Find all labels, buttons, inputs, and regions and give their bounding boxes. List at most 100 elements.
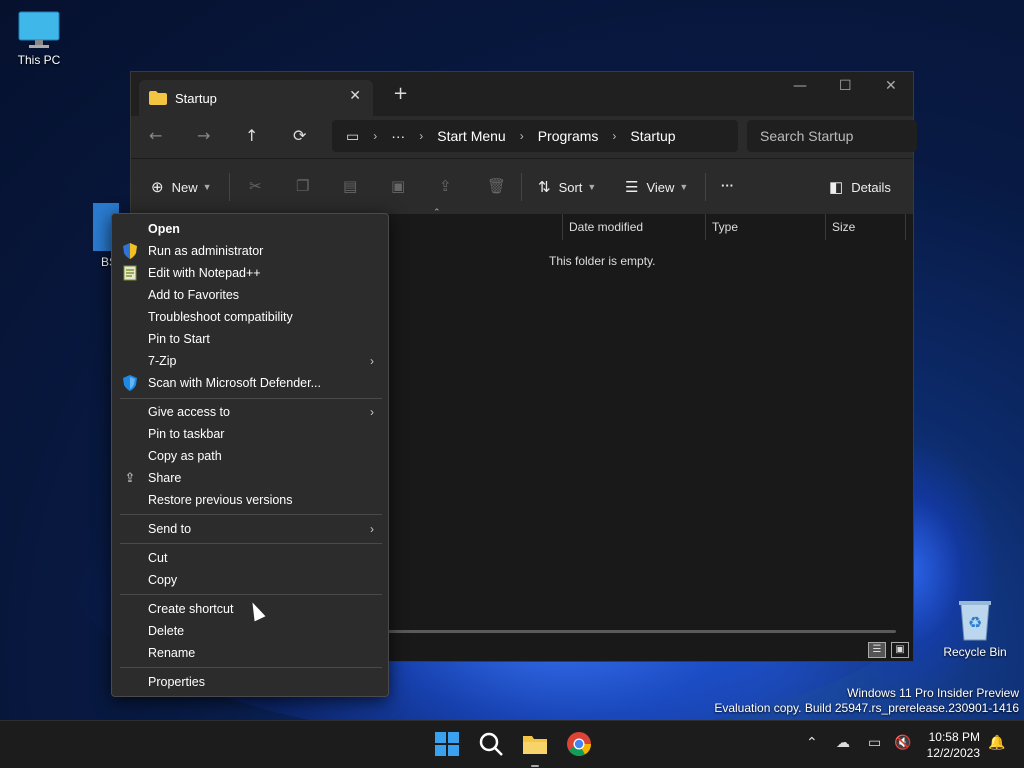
close-window-icon[interactable]: ✕ — [885, 78, 897, 94]
tiles-view-icon[interactable]: ▣ — [891, 642, 909, 658]
desktop-icon-label: Recycle Bin — [943, 645, 1007, 659]
windows-start-icon[interactable] — [434, 731, 460, 757]
horizontal-scrollbar[interactable] — [386, 630, 896, 633]
menu-item-delete[interactable]: Delete — [112, 620, 388, 642]
menu-item-label: Rename — [148, 646, 196, 660]
delete-icon[interactable]: 🗑 — [487, 177, 506, 195]
tab-label: Startup — [175, 90, 217, 106]
share-icon[interactable]: ⇪ — [439, 177, 452, 195]
chevron-down-icon: ▼ — [202, 182, 212, 192]
chevron-right-icon: › — [419, 129, 424, 143]
menu-item-open[interactable]: Open — [112, 218, 388, 240]
menu-item-edit-with-notepadpp[interactable]: Edit with Notepad++ — [112, 262, 388, 284]
details-button[interactable]: ◧ Details — [829, 178, 891, 196]
breadcrumb-start-menu[interactable]: Start Menu — [437, 128, 505, 144]
search-input[interactable]: Search Startup — [747, 120, 917, 152]
cut-icon[interactable]: ✂ — [249, 177, 262, 195]
menu-item-share[interactable]: ⇪ Share — [112, 467, 388, 489]
menu-item-label: Copy — [148, 573, 178, 587]
view-button[interactable]: ☰ View ▼ — [625, 178, 688, 196]
menu-item-7zip[interactable]: 7-Zip › — [112, 350, 388, 372]
taskbar: ⌃ ☁ ▭ 🔇 10:58 PM 12/2/2023 🔔 — [0, 720, 1024, 768]
divider — [229, 173, 230, 201]
notification-bell-icon[interactable]: 🔔 — [988, 735, 1005, 751]
tab-startup[interactable]: Startup ✕ — [139, 80, 373, 116]
command-bar: ⊕ New ▼ ✂ ❐ ▤ ▣ ⇪ 🗑 ⇅ Sort ▼ ☰ View ▼ ··… — [131, 158, 913, 214]
sort-button[interactable]: ⇅ Sort ▼ — [538, 178, 596, 196]
column-type[interactable]: Type — [706, 214, 826, 240]
desktop-icon-this-pc[interactable]: This PC — [1, 10, 77, 67]
network-icon[interactable]: ▭ — [868, 735, 881, 751]
menu-item-rename[interactable]: Rename — [112, 642, 388, 664]
view-label: View — [646, 179, 675, 195]
breadcrumb-more[interactable]: ··· — [391, 128, 405, 144]
menu-item-label: Troubleshoot compatibility — [148, 310, 293, 324]
new-button[interactable]: ⊕ New ▼ — [151, 178, 212, 196]
paste-icon[interactable]: ▤ — [343, 177, 357, 195]
back-arrow-icon[interactable]: ← — [149, 126, 162, 145]
menu-item-label: Scan with Microsoft Defender... — [148, 376, 321, 390]
desktop-icon-label: This PC — [17, 53, 61, 67]
menu-item-label: Send to — [148, 522, 192, 536]
uac-shield-icon — [122, 243, 138, 259]
up-arrow-icon[interactable]: ↑ — [245, 126, 258, 145]
rename-icon[interactable]: ▣ — [391, 177, 405, 195]
menu-item-pin-to-taskbar[interactable]: Pin to taskbar — [112, 423, 388, 445]
close-tab-icon[interactable]: ✕ — [349, 88, 361, 104]
menu-item-properties[interactable]: Properties — [112, 671, 388, 693]
menu-item-label: Give access to — [148, 405, 230, 419]
watermark-line-2: Evaluation copy. Build 25947.rs_prerelea… — [714, 701, 1019, 715]
view-icon: ☰ — [625, 179, 639, 196]
refresh-icon[interactable]: ⟳ — [293, 126, 306, 145]
clock-date: 12/2/2023 — [926, 746, 980, 760]
menu-item-label: Pin to Start — [148, 332, 210, 346]
menu-item-scan-with-defender[interactable]: Scan with Microsoft Defender... — [112, 372, 388, 394]
menu-item-give-access-to[interactable]: Give access to › — [112, 401, 388, 423]
menu-item-run-as-administrator[interactable]: Run as administrator — [112, 240, 388, 262]
svg-text:♻: ♻ — [968, 613, 982, 632]
column-size[interactable]: Size — [826, 214, 906, 240]
sort-icon: ⇅ — [538, 179, 551, 196]
volume-muted-icon[interactable]: 🔇 — [894, 735, 911, 751]
details-view-icon[interactable]: ☰ — [868, 642, 886, 658]
empty-folder-message: This folder is empty. — [549, 254, 656, 268]
maximize-icon[interactable]: ☐ — [839, 78, 852, 94]
notepadpp-icon — [122, 265, 138, 281]
copy-icon[interactable]: ❐ — [296, 177, 309, 195]
minimize-icon[interactable]: — — [793, 78, 807, 94]
menu-item-troubleshoot-compatibility[interactable]: Troubleshoot compatibility — [112, 306, 388, 328]
menu-item-restore-previous-versions[interactable]: Restore previous versions — [112, 489, 388, 511]
recycle-bin-icon: ♻ — [959, 601, 991, 641]
menu-item-label: Create shortcut — [148, 602, 234, 616]
menu-item-pin-to-start[interactable]: Pin to Start — [112, 328, 388, 350]
menu-separator — [120, 398, 382, 399]
address-bar[interactable]: ▭ › ··· › Start Menu › Programs › Startu… — [332, 120, 738, 152]
chevron-right-icon: › — [370, 354, 374, 368]
menu-item-copy-as-path[interactable]: Copy as path — [112, 445, 388, 467]
breadcrumb-startup[interactable]: Startup — [630, 128, 675, 144]
breadcrumb-programs[interactable]: Programs — [538, 128, 599, 144]
forward-arrow-icon[interactable]: → — [197, 126, 210, 145]
menu-item-label: Share — [148, 471, 182, 485]
menu-item-add-to-favorites[interactable]: Add to Favorites — [112, 284, 388, 306]
menu-item-copy[interactable]: Copy — [112, 569, 388, 591]
menu-separator — [120, 543, 382, 544]
menu-item-cut[interactable]: Cut — [112, 547, 388, 569]
file-explorer-icon[interactable] — [522, 731, 548, 757]
desktop-icon-recycle-bin[interactable]: ♻ Recycle Bin — [937, 598, 1013, 659]
more-options-button[interactable]: ··· — [721, 178, 734, 193]
menu-item-label: Edit with Notepad++ — [148, 266, 261, 280]
onedrive-icon[interactable]: ☁ — [836, 735, 850, 751]
menu-item-label: Copy as path — [148, 449, 222, 463]
clock-time: 10:58 PM — [928, 730, 980, 744]
chevron-right-icon: › — [373, 129, 378, 143]
menu-item-send-to[interactable]: Send to › — [112, 518, 388, 540]
folder-icon — [149, 91, 167, 105]
search-icon[interactable] — [478, 731, 504, 757]
clock[interactable]: 10:58 PM 12/2/2023 — [927, 729, 980, 761]
context-menu: Open Run as administrator Edit with Note… — [111, 213, 389, 697]
chrome-icon[interactable] — [566, 731, 592, 757]
column-date-modified[interactable]: Date modified — [562, 214, 706, 240]
show-hidden-icons-icon[interactable]: ⌃ — [806, 735, 818, 751]
new-tab-icon[interactable]: + — [393, 83, 408, 104]
